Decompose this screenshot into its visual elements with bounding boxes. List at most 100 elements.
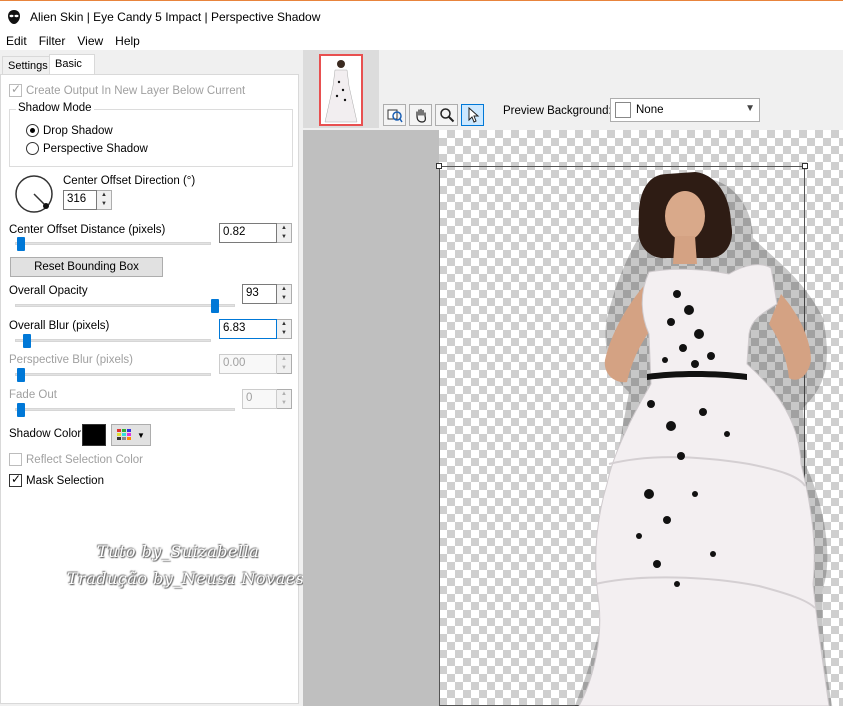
chevron-down-icon: ▼ bbox=[137, 430, 145, 440]
reset-bounding-box-button[interactable]: Reset Bounding Box bbox=[10, 257, 163, 277]
slider-track bbox=[15, 408, 235, 411]
hand-icon bbox=[415, 108, 426, 123]
color-palette-button[interactable]: ▼ bbox=[111, 424, 151, 446]
navigator-thumbnail[interactable] bbox=[319, 54, 363, 126]
up-arrow-icon[interactable]: ▲ bbox=[277, 285, 291, 294]
down-arrow-icon[interactable]: ▼ bbox=[277, 233, 291, 242]
shadow-mode-group: Shadow Mode Drop Shadow Perspective Shad… bbox=[9, 102, 293, 167]
slider-thumb[interactable] bbox=[17, 237, 25, 251]
alien-skin-icon bbox=[8, 9, 20, 24]
fade-out-label: Fade Out bbox=[9, 389, 57, 401]
reflect-selection-color-checkbox[interactable]: Reflect Selection Color bbox=[9, 453, 143, 466]
down-arrow-icon[interactable]: ▼ bbox=[277, 294, 291, 303]
drop-shadow-radio[interactable]: Drop Shadow bbox=[26, 124, 113, 137]
perspective-blur-slider[interactable] bbox=[15, 368, 211, 382]
color-grid-icon bbox=[117, 429, 132, 440]
spinner-arrows[interactable]: ▲ ▼ bbox=[97, 190, 112, 210]
mask-selection-checkbox[interactable]: Mask Selection bbox=[9, 472, 104, 487]
slider-thumb[interactable] bbox=[23, 334, 31, 348]
up-arrow-icon[interactable]: ▲ bbox=[97, 191, 111, 200]
center-offset-distance-spinner[interactable]: 0.82 ▲ ▼ bbox=[219, 223, 292, 243]
preview-area: Preview Background: None ▼ bbox=[303, 50, 843, 706]
slider-thumb[interactable] bbox=[17, 403, 25, 417]
preview-toggle-button[interactable] bbox=[383, 104, 406, 126]
navigator-strip bbox=[303, 50, 379, 128]
drop-shadow-label: Drop Shadow bbox=[43, 124, 113, 137]
menu-help[interactable]: Help bbox=[109, 34, 146, 48]
tab-settings[interactable]: Settings bbox=[2, 56, 54, 76]
checkbox-box bbox=[9, 453, 22, 466]
slider-track bbox=[15, 242, 211, 245]
shadow-color-swatch[interactable] bbox=[82, 424, 106, 446]
preview-toolbar bbox=[383, 104, 484, 126]
down-arrow-icon[interactable]: ▼ bbox=[277, 399, 291, 408]
radio-dot bbox=[26, 142, 39, 155]
zoom-icon bbox=[439, 108, 454, 123]
overall-opacity-label: Overall Opacity bbox=[9, 285, 88, 297]
radio-dot bbox=[26, 124, 39, 137]
menu-edit[interactable]: Edit bbox=[0, 34, 33, 48]
direction-dial[interactable] bbox=[13, 173, 55, 215]
watermark-line-1: Tuto by_Suizabella bbox=[97, 542, 260, 561]
hand-tool-button[interactable] bbox=[409, 104, 432, 126]
slider-thumb[interactable] bbox=[17, 368, 25, 382]
checkbox-box bbox=[9, 82, 22, 97]
down-arrow-icon[interactable]: ▼ bbox=[97, 200, 111, 209]
overall-blur-spinner[interactable]: 6.83 ▲ ▼ bbox=[219, 319, 292, 339]
checkbox-box bbox=[9, 472, 22, 487]
center-offset-direction-input[interactable]: 316 bbox=[63, 190, 97, 210]
overall-blur-slider[interactable] bbox=[15, 334, 211, 348]
spinner-arrows[interactable]: ▲ ▼ bbox=[277, 389, 292, 409]
preview-background-value: None bbox=[636, 104, 664, 116]
watermark-line-2: Tradução by_Neusa Novaes bbox=[67, 569, 305, 588]
perspective-blur-input[interactable]: 0.00 bbox=[219, 354, 277, 374]
preview-canvas[interactable] bbox=[436, 130, 843, 706]
overall-opacity-slider[interactable] bbox=[15, 299, 235, 313]
fade-out-spinner[interactable]: 0 ▲ ▼ bbox=[242, 389, 292, 409]
menu-view[interactable]: View bbox=[71, 34, 109, 48]
window-title: Alien Skin | Eye Candy 5 Impact | Perspe… bbox=[30, 9, 321, 24]
slider-track bbox=[15, 339, 211, 342]
create-output-checkbox[interactable]: Create Output In New Layer Below Current bbox=[9, 82, 245, 97]
background-swatch bbox=[615, 102, 631, 118]
shadow-mode-legend: Shadow Mode bbox=[16, 102, 94, 114]
down-arrow-icon[interactable]: ▼ bbox=[277, 364, 291, 373]
center-offset-direction-spinner[interactable]: 316 ▲ ▼ bbox=[63, 190, 112, 210]
chevron-down-icon: ▼ bbox=[745, 103, 755, 114]
thumbnail-image bbox=[324, 60, 358, 123]
settings-panel: Settings Basic Create Output In New Laye… bbox=[0, 50, 304, 706]
up-arrow-icon[interactable]: ▲ bbox=[277, 355, 291, 364]
spinner-arrows[interactable]: ▲ ▼ bbox=[277, 354, 292, 374]
spinner-arrows[interactable]: ▲ ▼ bbox=[277, 319, 292, 339]
title-bar: Alien Skin | Eye Candy 5 Impact | Perspe… bbox=[0, 0, 843, 32]
reflect-selection-color-label: Reflect Selection Color bbox=[26, 453, 143, 466]
slider-track bbox=[15, 373, 211, 376]
preview-toggle-icon bbox=[387, 109, 403, 123]
overall-opacity-input[interactable]: 93 bbox=[242, 284, 277, 304]
preview-background-select[interactable]: None ▼ bbox=[610, 98, 760, 122]
perspective-shadow-radio[interactable]: Perspective Shadow bbox=[26, 142, 148, 155]
fade-out-input[interactable]: 0 bbox=[242, 389, 277, 409]
overall-opacity-spinner[interactable]: 93 ▲ ▼ bbox=[242, 284, 292, 304]
menu-bar: Edit Filter View Help bbox=[0, 32, 843, 50]
spinner-arrows[interactable]: ▲ ▼ bbox=[277, 284, 292, 304]
bbox-handle[interactable] bbox=[436, 163, 442, 169]
basic-tab-content: Create Output In New Layer Below Current… bbox=[0, 74, 304, 704]
center-offset-distance-label: Center Offset Distance (pixels) bbox=[9, 224, 166, 236]
perspective-blur-spinner[interactable]: 0.00 ▲ ▼ bbox=[219, 354, 292, 374]
spinner-arrows[interactable]: ▲ ▼ bbox=[277, 223, 292, 243]
center-offset-distance-input[interactable]: 0.82 bbox=[219, 223, 277, 243]
center-offset-distance-slider[interactable] bbox=[15, 237, 211, 251]
slider-thumb[interactable] bbox=[211, 299, 219, 313]
overall-blur-input[interactable]: 6.83 bbox=[219, 319, 277, 339]
arrow-tool-button[interactable] bbox=[461, 104, 484, 126]
up-arrow-icon[interactable]: ▲ bbox=[277, 320, 291, 329]
slider-track bbox=[15, 304, 235, 307]
down-arrow-icon[interactable]: ▼ bbox=[277, 329, 291, 338]
up-arrow-icon[interactable]: ▲ bbox=[277, 390, 291, 399]
menu-filter[interactable]: Filter bbox=[33, 34, 72, 48]
fade-out-slider[interactable] bbox=[15, 403, 235, 417]
zoom-tool-button[interactable] bbox=[435, 104, 458, 126]
tab-bar: Settings Basic bbox=[0, 54, 303, 78]
up-arrow-icon[interactable]: ▲ bbox=[277, 224, 291, 233]
